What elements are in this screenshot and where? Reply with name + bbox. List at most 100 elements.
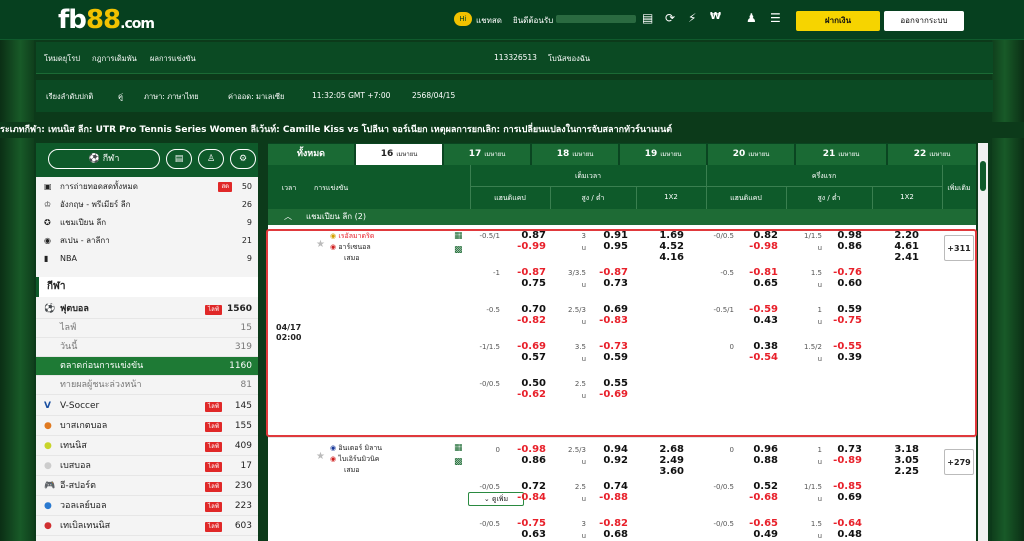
fav-item-laliga[interactable]: ◉ สเปน - ลาลีกา 21 bbox=[36, 233, 258, 248]
match1-odds-cell[interactable]: -0.98 bbox=[749, 241, 778, 252]
match1-odds-cell[interactable]: 1.69 bbox=[659, 230, 684, 241]
league-row[interactable]: ︿ แชมเปียน ลีก (2) bbox=[268, 209, 976, 225]
field-icon[interactable]: ▩ bbox=[454, 245, 463, 255]
match2-more-button[interactable]: +279 bbox=[944, 449, 974, 475]
stats-icon[interactable]: ▦ bbox=[454, 231, 463, 241]
field-icon[interactable]: ▩ bbox=[454, 457, 463, 467]
match1-odds-cell[interactable]: 0.57 bbox=[521, 352, 546, 363]
sport-tennis[interactable]: ● เทนนิส ไลฟ์ 409 bbox=[36, 437, 258, 456]
match1-odds-cell[interactable]: 4.52 bbox=[659, 241, 684, 252]
user-tab[interactable]: ♙ bbox=[198, 149, 224, 169]
match1-odds-cell[interactable]: 0.98 bbox=[837, 230, 862, 241]
match2-odds-cell[interactable]: 3.18 bbox=[894, 444, 919, 455]
match1-more-button[interactable]: +311 bbox=[944, 235, 974, 261]
match2-odds-cell[interactable]: 0.63 bbox=[521, 529, 546, 540]
match2-odds-cell[interactable]: 0.88 bbox=[753, 455, 778, 466]
match1-odds-cell[interactable]: 2.41 bbox=[894, 252, 919, 263]
sport-table-tennis[interactable]: ● เทเบิลเทนนิส ไลฟ์ 603 bbox=[36, 517, 258, 536]
match2-odds-cell[interactable]: 0.52 bbox=[753, 481, 778, 492]
scrollbar[interactable] bbox=[978, 143, 988, 541]
match1-odds-cell[interactable]: 0.82 bbox=[753, 230, 778, 241]
sport-tab[interactable]: ⚽ กีฬา bbox=[48, 149, 160, 169]
match1-odds-cell[interactable]: 0.55 bbox=[603, 378, 628, 389]
tab-date-18[interactable]: 18 เมษายน bbox=[532, 144, 618, 165]
match2-odds-cell[interactable]: 0.69 bbox=[837, 492, 862, 503]
match2-odds-cell[interactable]: -0.68 bbox=[749, 492, 778, 503]
chat-link[interactable]: แชทสด bbox=[476, 14, 502, 27]
fav-item-epl[interactable]: ♔ อังกฤษ - พรีเมียร์ ลีก 26 bbox=[36, 197, 258, 212]
match2-odds-cell[interactable]: 0.72 bbox=[521, 481, 546, 492]
match1-odds-cell[interactable]: -0.87 bbox=[517, 267, 546, 278]
match2-odds-cell[interactable]: 0.73 bbox=[837, 444, 862, 455]
sport-basketball[interactable]: ● บาสเกตบอล ไลฟ์ 155 bbox=[36, 417, 258, 436]
match2-odds-cell[interactable]: 3.60 bbox=[659, 466, 684, 477]
match1-odds-cell[interactable]: 0.69 bbox=[603, 304, 628, 315]
match1-odds-cell[interactable]: 0.50 bbox=[521, 378, 546, 389]
sport-sub-early-market[interactable]: ตลาดก่อนการแข่งขัน 1160 bbox=[36, 357, 258, 376]
match1-odds-cell[interactable]: -0.76 bbox=[833, 267, 862, 278]
match1-odds-cell[interactable]: 0.39 bbox=[837, 352, 862, 363]
nav-bonus[interactable]: โบนัสของฉัน bbox=[548, 53, 590, 65]
chat-icon[interactable]: Hi bbox=[454, 12, 472, 26]
promo-icon[interactable]: ₩ bbox=[710, 11, 721, 22]
match1-odds-cell[interactable]: -0.55 bbox=[833, 341, 862, 352]
language-select[interactable]: ภาษา: ภาษาไทย bbox=[144, 91, 199, 103]
match2-odds-cell[interactable]: -0.98 bbox=[517, 444, 546, 455]
match1-odds-cell[interactable]: -0.99 bbox=[517, 241, 546, 252]
match1-odds-cell[interactable]: 2.20 bbox=[894, 230, 919, 241]
logout-button[interactable]: ออกจากระบบ bbox=[884, 11, 964, 31]
match2-odds-cell[interactable]: 0.96 bbox=[753, 444, 778, 455]
match1-away[interactable]: ◉ อาร์เซนอล bbox=[330, 242, 371, 253]
pair-select[interactable]: คู่ bbox=[118, 91, 123, 103]
menu-list-icon[interactable]: ☰ bbox=[770, 11, 781, 25]
tab-date-16[interactable]: 16 เมษายน bbox=[356, 144, 442, 165]
refresh-icon[interactable]: ⟳ bbox=[665, 11, 675, 25]
match2-odds-cell[interactable]: 0.92 bbox=[603, 455, 628, 466]
match1-odds-cell[interactable]: 0.65 bbox=[753, 278, 778, 289]
sport-sub-outright[interactable]: ทายผลผู้ชนะล่วงหน้า 81 bbox=[36, 376, 258, 395]
tab-date-19[interactable]: 19 เมษายน bbox=[620, 144, 706, 165]
match2-odds-cell[interactable]: 2.25 bbox=[894, 466, 919, 477]
match2-odds-cell[interactable]: 3.05 bbox=[894, 455, 919, 466]
match1-odds-cell[interactable]: -0.54 bbox=[749, 352, 778, 363]
match1-odds-cell[interactable]: 0.75 bbox=[521, 278, 546, 289]
nav-results[interactable]: ผลการแข่งขัน bbox=[150, 53, 196, 65]
match2-odds-cell[interactable]: -0.64 bbox=[833, 518, 862, 529]
fav-item-nba[interactable]: ▮ NBA 9 bbox=[36, 251, 258, 266]
match1-odds-cell[interactable]: 0.87 bbox=[521, 230, 546, 241]
tab-date-22[interactable]: 22 เมษายน bbox=[888, 144, 976, 165]
see-more-button[interactable]: ⌄ ดูเพิ่ม bbox=[468, 492, 524, 506]
star-icon[interactable]: ★ bbox=[316, 239, 325, 250]
nav-euro-mode[interactable]: โหมดยุโรป bbox=[44, 53, 80, 65]
match2-odds-cell[interactable]: 0.94 bbox=[603, 444, 628, 455]
match1-odds-cell[interactable]: 0.60 bbox=[837, 278, 862, 289]
tab-all[interactable]: ทั้งหมด bbox=[268, 144, 354, 165]
match2-odds-cell[interactable]: 2.68 bbox=[659, 444, 684, 455]
match1-odds-cell[interactable]: 4.16 bbox=[659, 252, 684, 263]
match1-odds-cell[interactable]: -0.83 bbox=[599, 315, 628, 326]
match1-odds-cell[interactable]: -0.87 bbox=[599, 267, 628, 278]
tab-date-21[interactable]: 21 เมษายน bbox=[796, 144, 886, 165]
match1-home[interactable]: ◉ เรอัลมาดริด bbox=[330, 231, 374, 242]
odds-select[interactable]: ค่าออด: มาเลเซีย bbox=[228, 91, 284, 103]
match1-odds-cell[interactable]: -0.59 bbox=[749, 304, 778, 315]
match2-odds-cell[interactable]: 0.48 bbox=[837, 529, 862, 540]
match2-odds-cell[interactable]: -0.82 bbox=[599, 518, 628, 529]
match1-odds-cell[interactable]: -0.62 bbox=[517, 389, 546, 400]
match2-odds-cell[interactable]: 0.86 bbox=[521, 455, 546, 466]
match1-odds-cell[interactable]: 0.95 bbox=[603, 241, 628, 252]
sport-esports[interactable]: 🎮 อี-สปอร์ต ไลฟ์ 230 bbox=[36, 477, 258, 496]
sport-vsoccer[interactable]: V V-Soccer ไลฟ์ 145 bbox=[36, 397, 258, 416]
stats-icon[interactable]: ▦ bbox=[454, 443, 463, 453]
match1-odds-cell[interactable]: -0.82 bbox=[517, 315, 546, 326]
sport-football[interactable]: ⚽ ฟุตบอล ไลฟ์ 1560 bbox=[36, 300, 258, 319]
flash-icon[interactable]: ⚡ bbox=[688, 11, 696, 25]
match1-odds-cell[interactable]: 0.43 bbox=[753, 315, 778, 326]
match2-odds-cell[interactable]: -0.65 bbox=[749, 518, 778, 529]
scrollbar-thumb[interactable] bbox=[980, 161, 986, 191]
match1-odds-cell[interactable]: -0.69 bbox=[517, 341, 546, 352]
betslip-tab[interactable]: ▤ bbox=[166, 149, 192, 169]
match2-odds-cell[interactable]: -0.89 bbox=[833, 455, 862, 466]
match1-odds-cell[interactable]: -0.81 bbox=[749, 267, 778, 278]
match2-odds-cell[interactable]: -0.85 bbox=[833, 481, 862, 492]
